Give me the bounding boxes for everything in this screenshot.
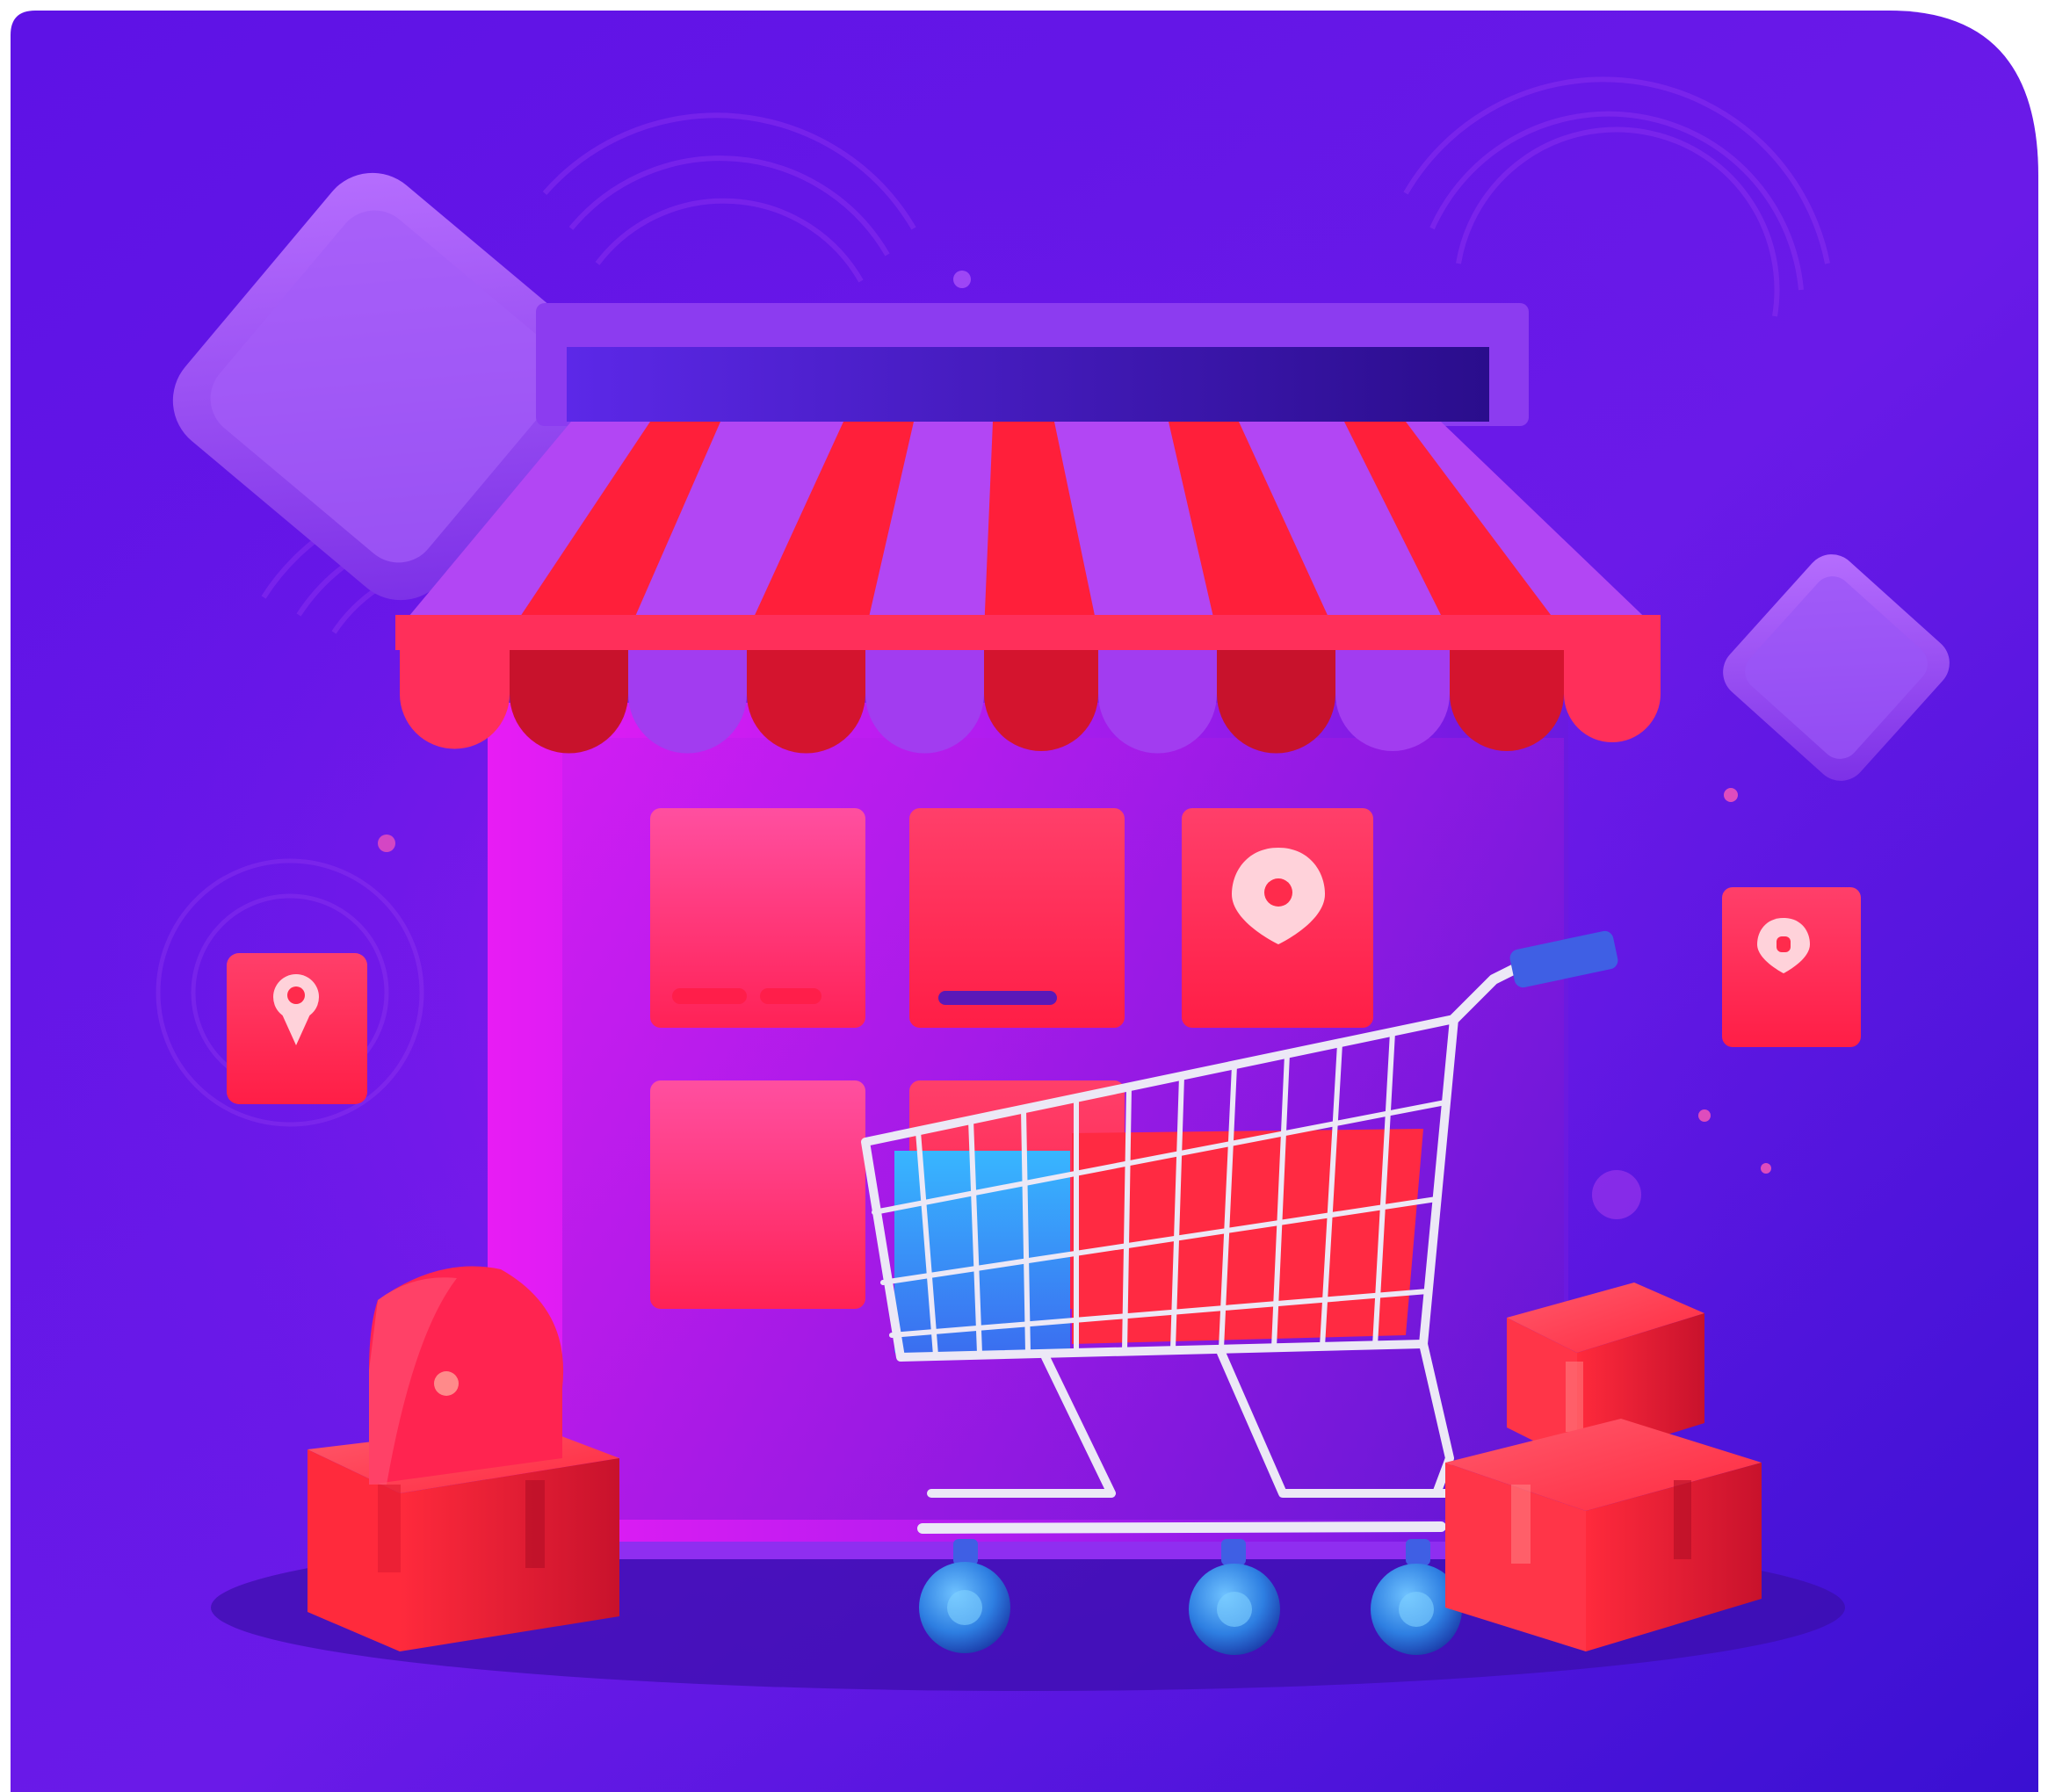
online-store-scene: [0, 0, 2048, 1792]
storefront-icon: [395, 303, 1661, 1559]
shopping-bag-icon: [369, 1266, 564, 1485]
location-tag-right: [1722, 887, 1861, 1047]
location-tag-left: [227, 953, 367, 1104]
awning-scallops: [400, 650, 1661, 754]
awning: [395, 422, 1661, 650]
product-panel-4: [650, 1080, 865, 1309]
ecommerce-illustration: [0, 0, 2048, 1792]
store-sign-board: [567, 347, 1489, 422]
